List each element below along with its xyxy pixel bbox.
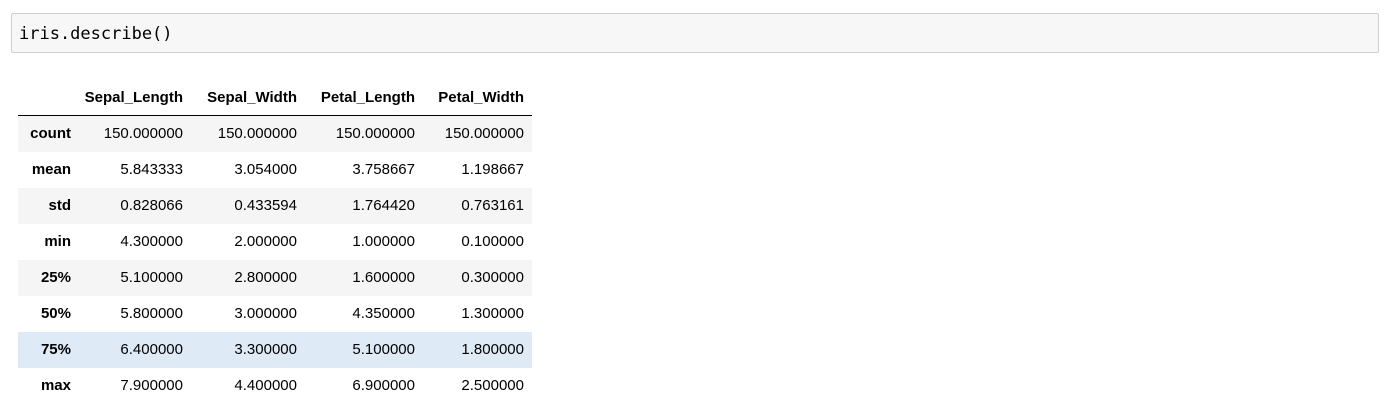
- table-cell: 2.500000: [461, 377, 524, 394]
- table-cell: 0.100000: [461, 233, 524, 250]
- column-header-petal-length: Petal_Length: [305, 79, 423, 116]
- row-index-label: min: [44, 233, 71, 250]
- table-cell: 1.000000: [352, 233, 415, 250]
- row-index-label: 75%: [40, 341, 71, 358]
- row-index-label: count: [30, 125, 71, 143]
- cell-output: Sepal_Length Sepal_Width Petal_Length Pe…: [18, 79, 532, 404]
- table-cell: 5.100000: [120, 269, 183, 286]
- table-cell: 4.400000: [234, 377, 297, 394]
- table-cell: 6.900000: [352, 377, 415, 394]
- table-cell: 2.000000: [234, 233, 297, 250]
- table-cell: 1.600000: [352, 269, 415, 286]
- dataframe-body: count 150.000000 150.000000 150.000000 1…: [18, 115, 532, 404]
- table-row: count 150.000000 150.000000 150.000000 1…: [18, 115, 532, 152]
- table-cell: 4.300000: [120, 233, 183, 250]
- table-cell: 3.000000: [234, 305, 297, 322]
- table-cell: 3.300000: [234, 341, 297, 358]
- table-row: 25% 5.100000 2.800000 1.600000 0.300000: [18, 259, 532, 296]
- table-cell: 5.843333: [120, 161, 183, 178]
- table-cell: 5.800000: [120, 305, 183, 322]
- row-index-label: 50%: [40, 305, 71, 322]
- table-cell: 2.800000: [234, 269, 297, 286]
- table-cell: 0.763161: [461, 197, 524, 214]
- code-cell-source[interactable]: iris.describe(): [19, 24, 173, 44]
- column-header-petal-width: Petal_Width: [423, 79, 532, 116]
- table-row-highlighted: 75% 6.400000 3.300000 5.100000 1.800000: [18, 331, 532, 368]
- table-cell: 1.800000: [461, 341, 524, 358]
- row-index-label: max: [40, 377, 71, 394]
- table-cell: 150.000000: [103, 125, 183, 143]
- table-cell: 1.198667: [461, 161, 524, 178]
- column-header-sepal-length: Sepal_Length: [71, 79, 191, 116]
- table-cell: 3.758667: [352, 161, 415, 178]
- header-row: Sepal_Length Sepal_Width Petal_Length Pe…: [18, 79, 532, 116]
- table-cell: 6.400000: [120, 341, 183, 358]
- table-row: min 4.300000 2.000000 1.000000 0.100000: [18, 223, 532, 260]
- table-cell: 3.054000: [234, 161, 297, 178]
- describe-dataframe: Sepal_Length Sepal_Width Petal_Length Pe…: [18, 79, 532, 404]
- table-cell: 5.100000: [352, 341, 415, 358]
- table-cell: 150.000000: [444, 125, 524, 143]
- row-index-label: 25%: [40, 269, 71, 286]
- dataframe-header: Sepal_Length Sepal_Width Petal_Length Pe…: [18, 79, 532, 116]
- column-header-sepal-width: Sepal_Width: [191, 79, 305, 116]
- row-index-label: mean: [31, 161, 71, 178]
- table-cell: 150.000000: [217, 125, 297, 143]
- table-row: std 0.828066 0.433594 1.764420 0.763161: [18, 187, 532, 224]
- table-cell: 4.350000: [352, 305, 415, 322]
- table-row: 50% 5.800000 3.000000 4.350000 1.300000: [18, 295, 532, 332]
- index-header-corner: [18, 79, 71, 116]
- table-cell: 1.764420: [352, 197, 415, 214]
- table-row: mean 5.843333 3.054000 3.758667 1.198667: [18, 151, 532, 188]
- table-cell: 0.433594: [234, 197, 297, 214]
- table-cell: 0.828066: [120, 197, 183, 214]
- table-cell: 0.300000: [461, 269, 524, 286]
- table-cell: 7.900000: [120, 377, 183, 394]
- row-index-label: std: [48, 197, 72, 214]
- table-cell: 150.000000: [335, 125, 415, 143]
- table-cell: 1.300000: [461, 305, 524, 322]
- table-row: max 7.900000 4.400000 6.900000 2.500000: [18, 367, 532, 404]
- code-cell-input[interactable]: iris.describe(): [11, 13, 1379, 53]
